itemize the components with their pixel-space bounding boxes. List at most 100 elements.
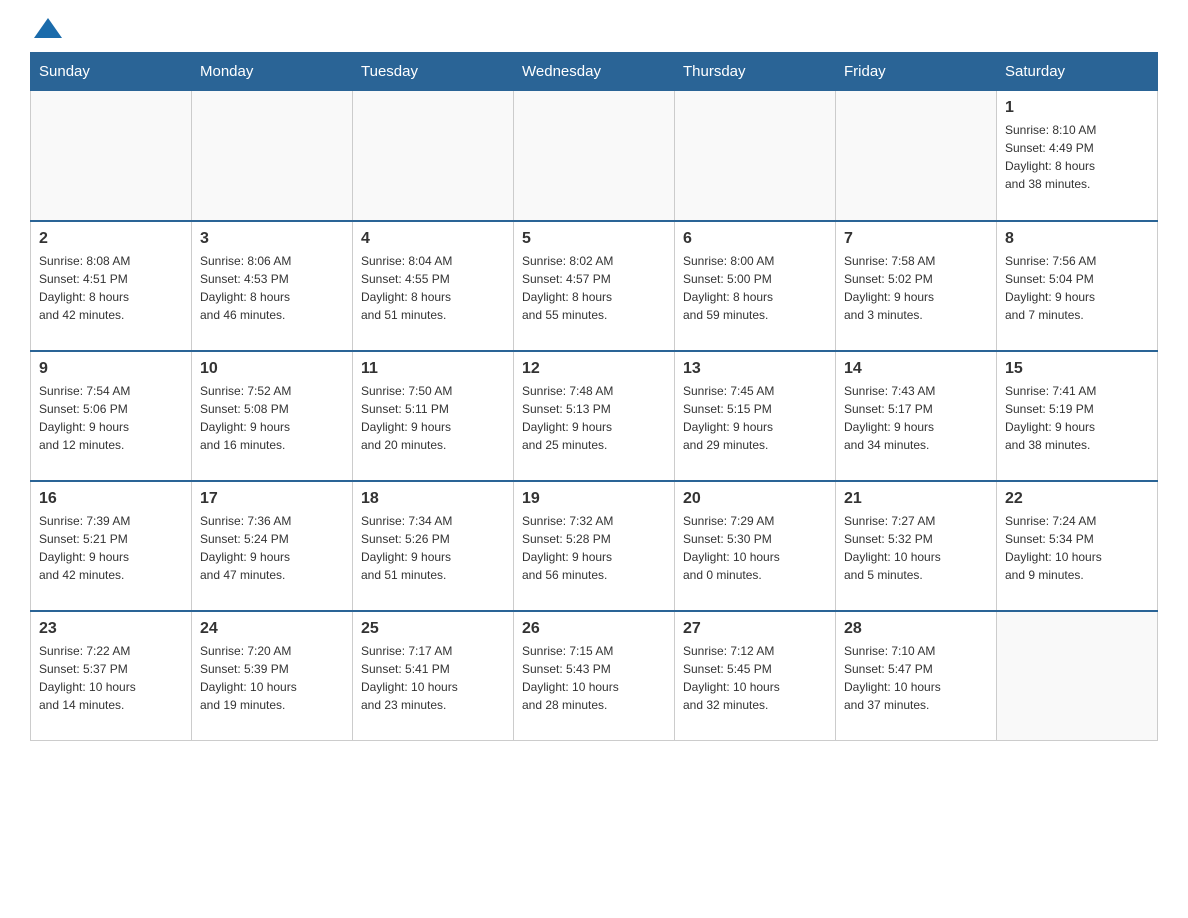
calendar-cell: 8Sunrise: 7:56 AM Sunset: 5:04 PM Daylig…: [997, 221, 1158, 351]
calendar-cell: 9 Sunrise: 7:54 AM Sunset: 5:06 PM Daylig…: [31, 351, 192, 481]
day-info: Sunrise: 7:20 AM Sunset: 5:39 PM Dayligh…: [200, 642, 344, 714]
calendar-cell: 2 Sunrise: 8:08 AM Sunset: 4:51 PM Daylig…: [31, 221, 192, 351]
calendar-cell: 12 Sunrise: 7:48 AM Sunset: 5:13 PM Dayli…: [514, 351, 675, 481]
day-number: 22: [1005, 490, 1149, 508]
calendar-cell: 23 Sunrise: 7:22 AM Sunset: 5:37 PM Dayli…: [31, 611, 192, 741]
day-number: 1: [1005, 99, 1149, 117]
calendar-cell: 4 Sunrise: 8:04 AM Sunset: 4:55 PM Daylig…: [353, 221, 514, 351]
day-info: Sunrise: 7:52 AM Sunset: 5:08 PM Dayligh…: [200, 382, 344, 454]
calendar-table: Sunday Monday Tuesday Wednesday Thursday…: [30, 52, 1158, 741]
col-saturday: Saturday: [997, 53, 1158, 91]
calendar-cell: 10 Sunrise: 7:52 AM Sunset: 5:08 PM Dayli…: [192, 351, 353, 481]
calendar-cell: 18 Sunrise: 7:34 AM Sunset: 5:26 PM Dayli…: [353, 481, 514, 611]
logo-triangle-icon: [34, 18, 62, 38]
day-number: 14: [844, 360, 988, 378]
day-number: 16: [39, 490, 183, 508]
day-number: 3: [200, 230, 344, 248]
day-info: Sunrise: 7:36 AM Sunset: 5:24 PM Dayligh…: [200, 512, 344, 584]
col-friday: Friday: [836, 53, 997, 91]
calendar-cell: 22 Sunrise: 7:24 AM Sunset: 5:34 PM Dayli…: [997, 481, 1158, 611]
calendar-cell: 20Sunrise: 7:29 AM Sunset: 5:30 PM Dayli…: [675, 481, 836, 611]
day-number: 12: [522, 360, 666, 378]
day-number: 17: [200, 490, 344, 508]
day-number: 24: [200, 620, 344, 638]
calendar-cell: 25 Sunrise: 7:17 AM Sunset: 5:41 PM Dayli…: [353, 611, 514, 741]
day-info: Sunrise: 7:12 AM Sunset: 5:45 PM Dayligh…: [683, 642, 827, 714]
logo: [30, 20, 62, 42]
day-info: Sunrise: 8:06 AM Sunset: 4:53 PM Dayligh…: [200, 252, 344, 324]
day-info: Sunrise: 7:10 AM Sunset: 5:47 PM Dayligh…: [844, 642, 988, 714]
calendar-cell: 15Sunrise: 7:41 AM Sunset: 5:19 PM Dayli…: [997, 351, 1158, 481]
calendar-cell: [836, 91, 997, 221]
day-info: Sunrise: 7:15 AM Sunset: 5:43 PM Dayligh…: [522, 642, 666, 714]
col-monday: Monday: [192, 53, 353, 91]
col-wednesday: Wednesday: [514, 53, 675, 91]
calendar-week-row: 23 Sunrise: 7:22 AM Sunset: 5:37 PM Dayli…: [31, 611, 1158, 741]
day-number: 2: [39, 230, 183, 248]
calendar-week-row: 1Sunrise: 8:10 AM Sunset: 4:49 PM Daylig…: [31, 91, 1158, 221]
day-number: 11: [361, 360, 505, 378]
day-info: Sunrise: 8:08 AM Sunset: 4:51 PM Dayligh…: [39, 252, 183, 324]
calendar-cell: 24 Sunrise: 7:20 AM Sunset: 5:39 PM Dayli…: [192, 611, 353, 741]
day-number: 9: [39, 360, 183, 378]
calendar-cell: 19 Sunrise: 7:32 AM Sunset: 5:28 PM Dayli…: [514, 481, 675, 611]
day-info: Sunrise: 7:39 AM Sunset: 5:21 PM Dayligh…: [39, 512, 183, 584]
day-number: 27: [683, 620, 827, 638]
calendar-cell: 16 Sunrise: 7:39 AM Sunset: 5:21 PM Dayli…: [31, 481, 192, 611]
day-info: Sunrise: 7:54 AM Sunset: 5:06 PM Dayligh…: [39, 382, 183, 454]
calendar-cell: [31, 91, 192, 221]
calendar-cell: 1Sunrise: 8:10 AM Sunset: 4:49 PM Daylig…: [997, 91, 1158, 221]
calendar-week-row: 9 Sunrise: 7:54 AM Sunset: 5:06 PM Daylig…: [31, 351, 1158, 481]
day-number: 20: [683, 490, 827, 508]
page-header: [30, 20, 1158, 42]
day-info: Sunrise: 7:24 AM Sunset: 5:34 PM Dayligh…: [1005, 512, 1149, 584]
calendar-cell: 3 Sunrise: 8:06 AM Sunset: 4:53 PM Daylig…: [192, 221, 353, 351]
col-tuesday: Tuesday: [353, 53, 514, 91]
day-info: Sunrise: 8:02 AM Sunset: 4:57 PM Dayligh…: [522, 252, 666, 324]
day-number: 13: [683, 360, 827, 378]
calendar-cell: 26 Sunrise: 7:15 AM Sunset: 5:43 PM Dayli…: [514, 611, 675, 741]
day-number: 5: [522, 230, 666, 248]
day-number: 7: [844, 230, 988, 248]
day-info: Sunrise: 7:45 AM Sunset: 5:15 PM Dayligh…: [683, 382, 827, 454]
day-info: Sunrise: 8:00 AM Sunset: 5:00 PM Dayligh…: [683, 252, 827, 324]
calendar-cell: [192, 91, 353, 221]
day-number: 26: [522, 620, 666, 638]
day-number: 15: [1005, 360, 1149, 378]
calendar-cell: [514, 91, 675, 221]
day-number: 21: [844, 490, 988, 508]
day-number: 28: [844, 620, 988, 638]
calendar-cell: 21 Sunrise: 7:27 AM Sunset: 5:32 PM Dayli…: [836, 481, 997, 611]
calendar-cell: 14Sunrise: 7:43 AM Sunset: 5:17 PM Dayli…: [836, 351, 997, 481]
calendar-cell: [997, 611, 1158, 741]
calendar-cell: 5 Sunrise: 8:02 AM Sunset: 4:57 PM Daylig…: [514, 221, 675, 351]
day-number: 19: [522, 490, 666, 508]
calendar-cell: 17 Sunrise: 7:36 AM Sunset: 5:24 PM Dayli…: [192, 481, 353, 611]
calendar-week-row: 2 Sunrise: 8:08 AM Sunset: 4:51 PM Daylig…: [31, 221, 1158, 351]
day-info: Sunrise: 7:34 AM Sunset: 5:26 PM Dayligh…: [361, 512, 505, 584]
day-info: Sunrise: 7:22 AM Sunset: 5:37 PM Dayligh…: [39, 642, 183, 714]
day-number: 23: [39, 620, 183, 638]
day-number: 25: [361, 620, 505, 638]
day-number: 6: [683, 230, 827, 248]
calendar-cell: 27 Sunrise: 7:12 AM Sunset: 5:45 PM Dayli…: [675, 611, 836, 741]
calendar-cell: 13 Sunrise: 7:45 AM Sunset: 5:15 PM Dayli…: [675, 351, 836, 481]
day-info: Sunrise: 8:04 AM Sunset: 4:55 PM Dayligh…: [361, 252, 505, 324]
col-thursday: Thursday: [675, 53, 836, 91]
day-info: Sunrise: 7:58 AM Sunset: 5:02 PM Dayligh…: [844, 252, 988, 324]
day-info: Sunrise: 7:32 AM Sunset: 5:28 PM Dayligh…: [522, 512, 666, 584]
day-number: 18: [361, 490, 505, 508]
day-info: Sunrise: 7:50 AM Sunset: 5:11 PM Dayligh…: [361, 382, 505, 454]
day-number: 4: [361, 230, 505, 248]
calendar-cell: [675, 91, 836, 221]
calendar-cell: 28 Sunrise: 7:10 AM Sunset: 5:47 PM Dayli…: [836, 611, 997, 741]
col-sunday: Sunday: [31, 53, 192, 91]
calendar-cell: 11 Sunrise: 7:50 AM Sunset: 5:11 PM Dayli…: [353, 351, 514, 481]
calendar-header-row: Sunday Monday Tuesday Wednesday Thursday…: [31, 53, 1158, 91]
day-number: 10: [200, 360, 344, 378]
calendar-cell: 6 Sunrise: 8:00 AM Sunset: 5:00 PM Daylig…: [675, 221, 836, 351]
calendar-week-row: 16 Sunrise: 7:39 AM Sunset: 5:21 PM Dayli…: [31, 481, 1158, 611]
day-info: Sunrise: 7:48 AM Sunset: 5:13 PM Dayligh…: [522, 382, 666, 454]
day-info: Sunrise: 7:17 AM Sunset: 5:41 PM Dayligh…: [361, 642, 505, 714]
day-info: Sunrise: 7:27 AM Sunset: 5:32 PM Dayligh…: [844, 512, 988, 584]
